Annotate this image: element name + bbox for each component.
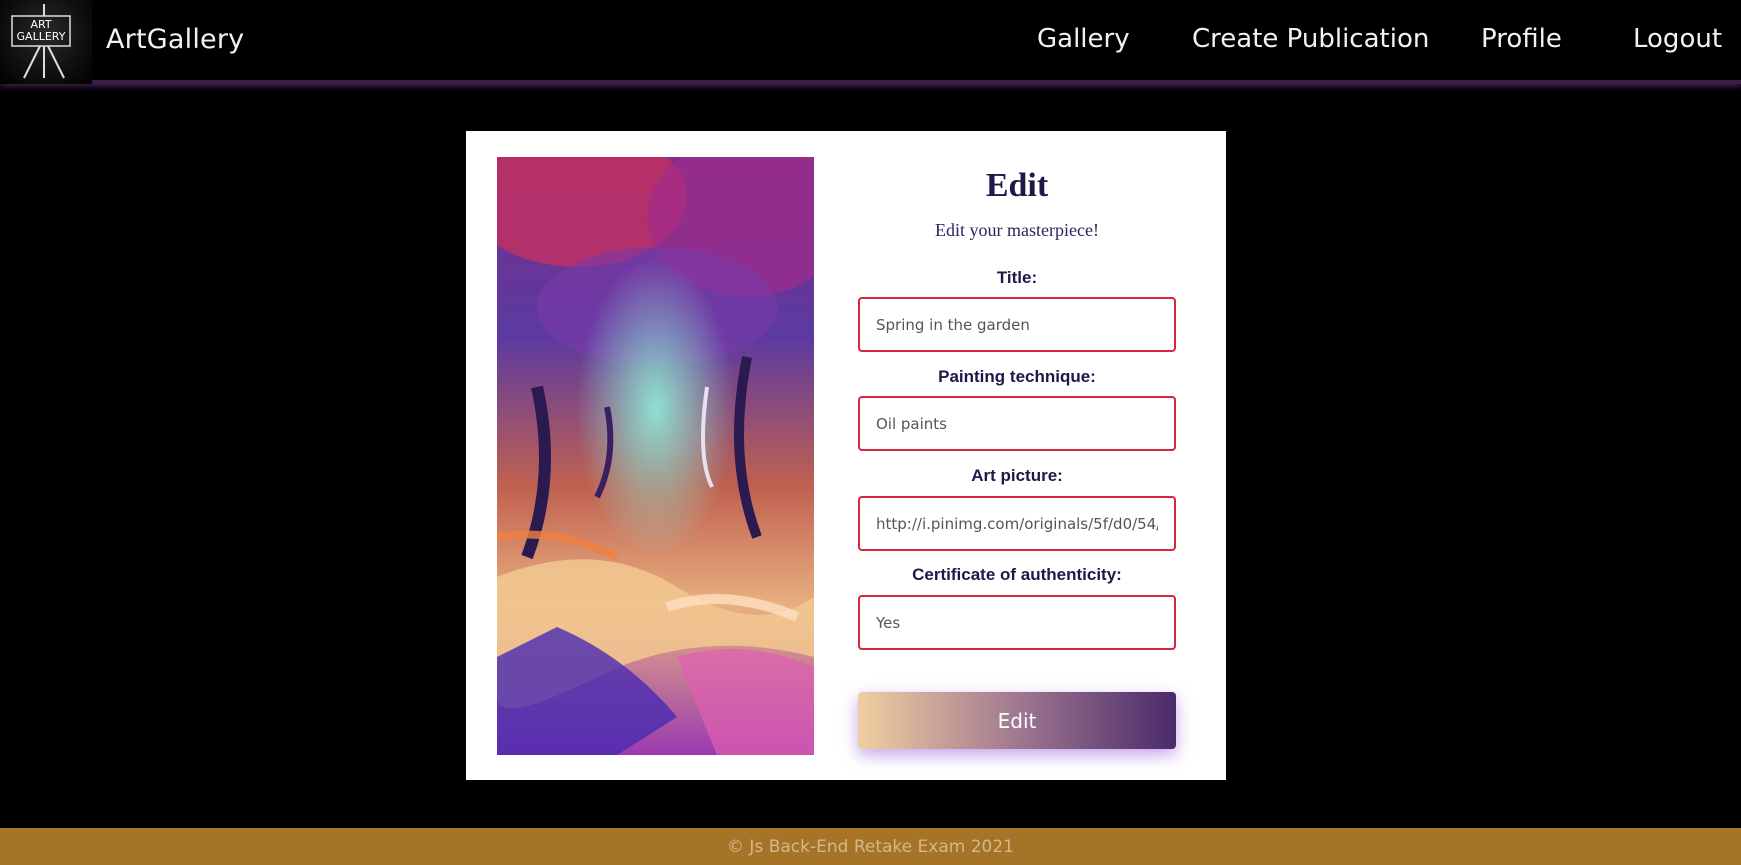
footer: © Js Back-End Retake Exam 2021 [0,828,1741,865]
easel-icon: ART GALLERY [11,4,71,79]
certificate-input[interactable] [858,595,1176,650]
painting-technique-label: Painting technique: [938,367,1096,386]
top-navbar: ART GALLERY ArtGallery Gallery Create Pu… [0,0,1741,84]
brand-name[interactable]: ArtGallery [106,24,244,55]
svg-text:GALLERY: GALLERY [17,30,66,43]
edit-card: Edit Edit your masterpiece! Title: Paint… [466,131,1226,780]
footer-copyright: © Js Back-End Retake Exam 2021 [727,837,1014,857]
form-subtitle: Edit your masterpiece! [935,220,1099,240]
nav-link-gallery[interactable]: Gallery [1037,24,1130,54]
art-gallery-logo[interactable]: ART GALLERY [0,0,92,84]
title-label: Title: [996,268,1038,287]
art-picture-input[interactable] [858,496,1176,551]
nav-link-profile[interactable]: Profile [1481,24,1562,54]
form-title: Edit [985,167,1049,204]
certificate-label: Certificate of authenticity: [912,565,1122,584]
painting-technique-input[interactable] [858,396,1176,451]
title-input[interactable] [858,297,1176,352]
edit-submit-button[interactable]: Edit [858,692,1176,749]
nav-link-create-publication[interactable]: Create Publication [1192,24,1429,54]
art-picture-label: Art picture: [971,466,1063,485]
artwork-image [497,157,814,755]
nav-link-logout[interactable]: Logout [1633,24,1722,54]
